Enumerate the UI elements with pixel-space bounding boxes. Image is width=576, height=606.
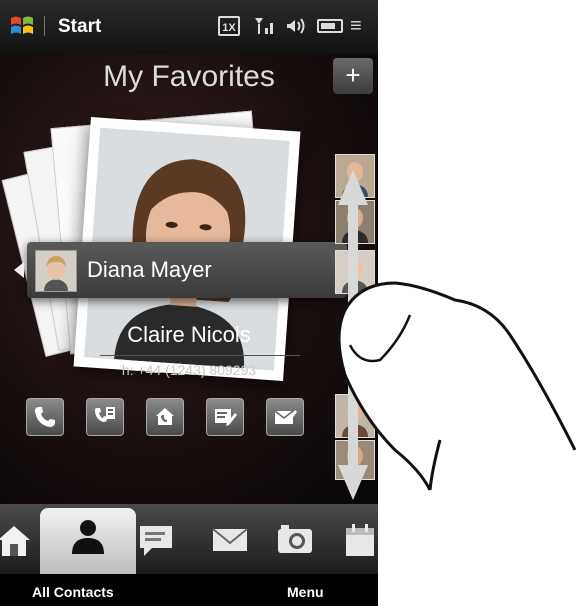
device-screen: Start 1X ≡ My Favorites Diana Mayer + Cl…: [0, 0, 378, 606]
photos-tab-icon[interactable]: [275, 520, 315, 560]
compose-message-button[interactable]: [206, 398, 244, 436]
call-icon: [35, 407, 55, 427]
contact-name: Claire Nicols: [127, 322, 251, 347]
selected-contact-avatar: [35, 250, 77, 292]
windows-logo-icon[interactable]: [10, 14, 34, 38]
email-icon: [274, 410, 297, 424]
messaging-tab-icon[interactable]: [136, 520, 176, 560]
menu-sort-icon[interactable]: ≡: [350, 14, 362, 38]
favorites-panel: My Favorites Diana Mayer: [0, 54, 378, 504]
favorite-thumbnail[interactable]: [335, 200, 375, 244]
name-divider: [100, 355, 300, 356]
call-button[interactable]: [26, 398, 64, 436]
start-label[interactable]: Start: [58, 16, 101, 38]
battery-icon: [317, 19, 343, 33]
people-tab-icon: [72, 520, 104, 554]
signal-icon: [255, 18, 273, 34]
favorite-thumbnail[interactable]: [335, 394, 375, 438]
email-compose-icon: [215, 409, 237, 426]
favorite-thumbnail[interactable]: [335, 440, 375, 480]
network-1x-icon: 1X: [218, 16, 240, 36]
start-separator: [44, 16, 45, 36]
sms-icon: [95, 407, 115, 422]
status-bar: Start 1X ≡: [0, 0, 378, 54]
home-call-button[interactable]: [146, 398, 184, 436]
contact-phone: h: +44 (1243) 809293: [121, 362, 257, 378]
favorites-thumbnail-strip[interactable]: +: [333, 54, 378, 480]
menu-softkey[interactable]: Menu: [287, 584, 324, 600]
selected-contact-name: Diana Mayer: [87, 257, 212, 282]
all-contacts-softkey[interactable]: All Contacts: [32, 584, 114, 600]
selected-contact-band[interactable]: Diana Mayer: [27, 242, 347, 298]
favorite-thumbnail[interactable]: [335, 154, 375, 198]
add-favorite-button[interactable]: +: [333, 58, 373, 94]
volume-icon: [287, 18, 305, 34]
calendar-tab-icon[interactable]: [340, 520, 378, 560]
home-call-icon: [156, 408, 174, 425]
email-button[interactable]: [266, 398, 304, 436]
home-tab-icon[interactable]: [0, 520, 34, 560]
favorite-thumbnail-selected[interactable]: [335, 250, 375, 294]
band-arrow-indicator: [14, 262, 24, 278]
email-tab-icon[interactable]: [210, 520, 250, 560]
panel-title: My Favorites: [103, 60, 275, 93]
sms-button[interactable]: [86, 398, 124, 436]
